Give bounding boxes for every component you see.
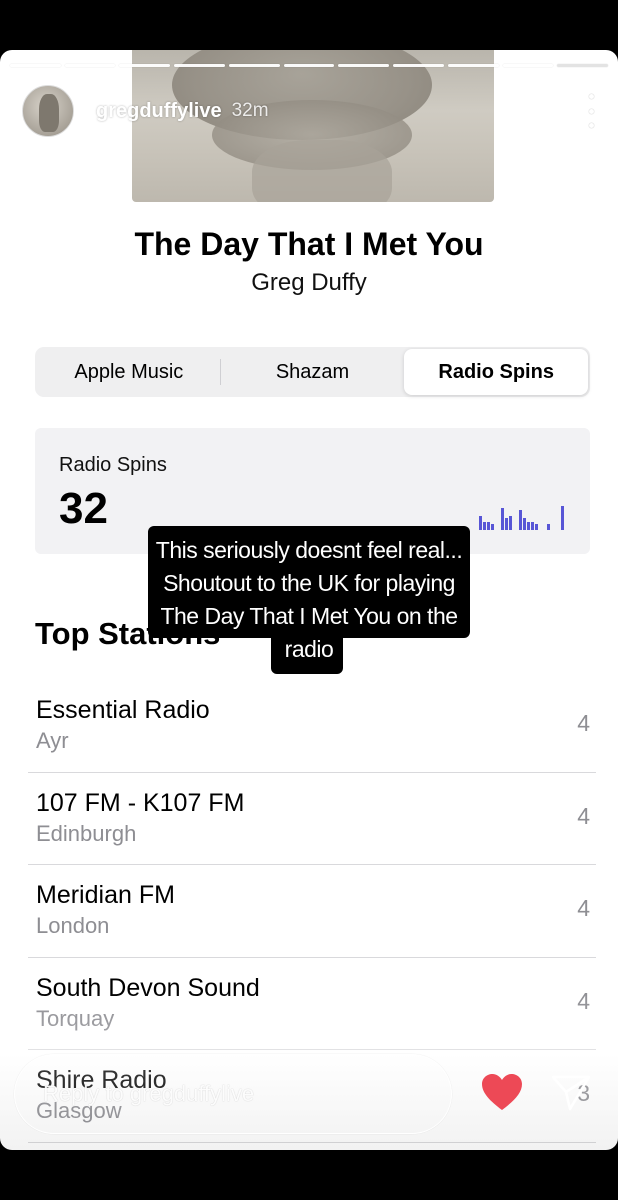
station-name: Essential Radio bbox=[36, 696, 210, 724]
reply-placeholder: Reply to gregduffylive bbox=[43, 1081, 255, 1106]
station-row[interactable]: 107 FM - K107 FM Edinburgh 4 bbox=[28, 773, 596, 865]
story-header: gregduffylive 32m bbox=[22, 84, 596, 138]
station-city: Ayr bbox=[36, 728, 69, 753]
station-city: London bbox=[36, 913, 110, 938]
heart-icon[interactable] bbox=[480, 1072, 524, 1112]
station-row[interactable]: Meridian FM London 4 bbox=[28, 865, 596, 958]
station-city: Torquay bbox=[36, 1005, 115, 1031]
progress-segment bbox=[119, 64, 171, 67]
username[interactable]: gregduffylive bbox=[96, 100, 222, 123]
progress-segment bbox=[10, 64, 61, 67]
source-tabs: Apple Music Shazam Radio Spins bbox=[35, 347, 590, 397]
station-city: Edinburgh bbox=[36, 820, 137, 846]
tab-shazam[interactable]: Shazam bbox=[221, 349, 405, 395]
story-frame[interactable]: gregduffylive 32m The Day That I Met You… bbox=[0, 50, 618, 1150]
progress-segment bbox=[338, 64, 390, 67]
progress-segment bbox=[393, 64, 444, 67]
station-count: 4 bbox=[577, 987, 590, 1014]
spins-label: Radio Spins bbox=[59, 454, 167, 476]
song-title: The Day That I Met You bbox=[134, 226, 484, 262]
spins-value: 32 bbox=[59, 484, 108, 533]
progress-segment bbox=[64, 64, 116, 67]
tab-apple-music[interactable]: Apple Music bbox=[37, 349, 221, 395]
caption-line: radio bbox=[284, 636, 334, 662]
caption-line: The Day That I Met You on the bbox=[160, 603, 458, 629]
progress-segment bbox=[502, 64, 554, 67]
post-time: 32m bbox=[231, 100, 269, 121]
progress-segment bbox=[283, 64, 335, 67]
station-name: South Devon Sound bbox=[36, 973, 260, 1002]
progress-segment bbox=[557, 64, 609, 67]
tab-radio-spins[interactable]: Radio Spins bbox=[404, 349, 589, 395]
station-count: 4 bbox=[577, 895, 590, 921]
avatar[interactable] bbox=[22, 85, 74, 137]
station-count: 4 bbox=[577, 802, 590, 829]
caption-line: This seriously doesnt feel real... bbox=[155, 537, 463, 563]
story-caption: This seriously doesnt feel real... Shout… bbox=[148, 534, 470, 666]
story-progress bbox=[10, 64, 609, 67]
progress-segment bbox=[174, 64, 225, 67]
spins-sparkline bbox=[479, 506, 564, 530]
station-name: 107 FM - K107 FM bbox=[36, 788, 245, 817]
progress-segment bbox=[447, 64, 499, 67]
station-row[interactable]: South Devon Sound Torquay 4 bbox=[28, 958, 596, 1050]
station-count: 4 bbox=[577, 710, 590, 736]
send-icon[interactable] bbox=[550, 1072, 592, 1112]
reply-input[interactable]: Reply to gregduffylive bbox=[14, 1054, 452, 1134]
station-row[interactable]: Essential Radio Ayr 4 bbox=[28, 680, 596, 773]
progress-segment bbox=[228, 64, 280, 67]
caption-line: Shoutout to the UK for playing bbox=[163, 570, 455, 596]
station-name: Meridian FM bbox=[36, 881, 175, 909]
song-artist: Greg Duffy bbox=[251, 269, 367, 296]
more-icon[interactable] bbox=[586, 94, 596, 128]
